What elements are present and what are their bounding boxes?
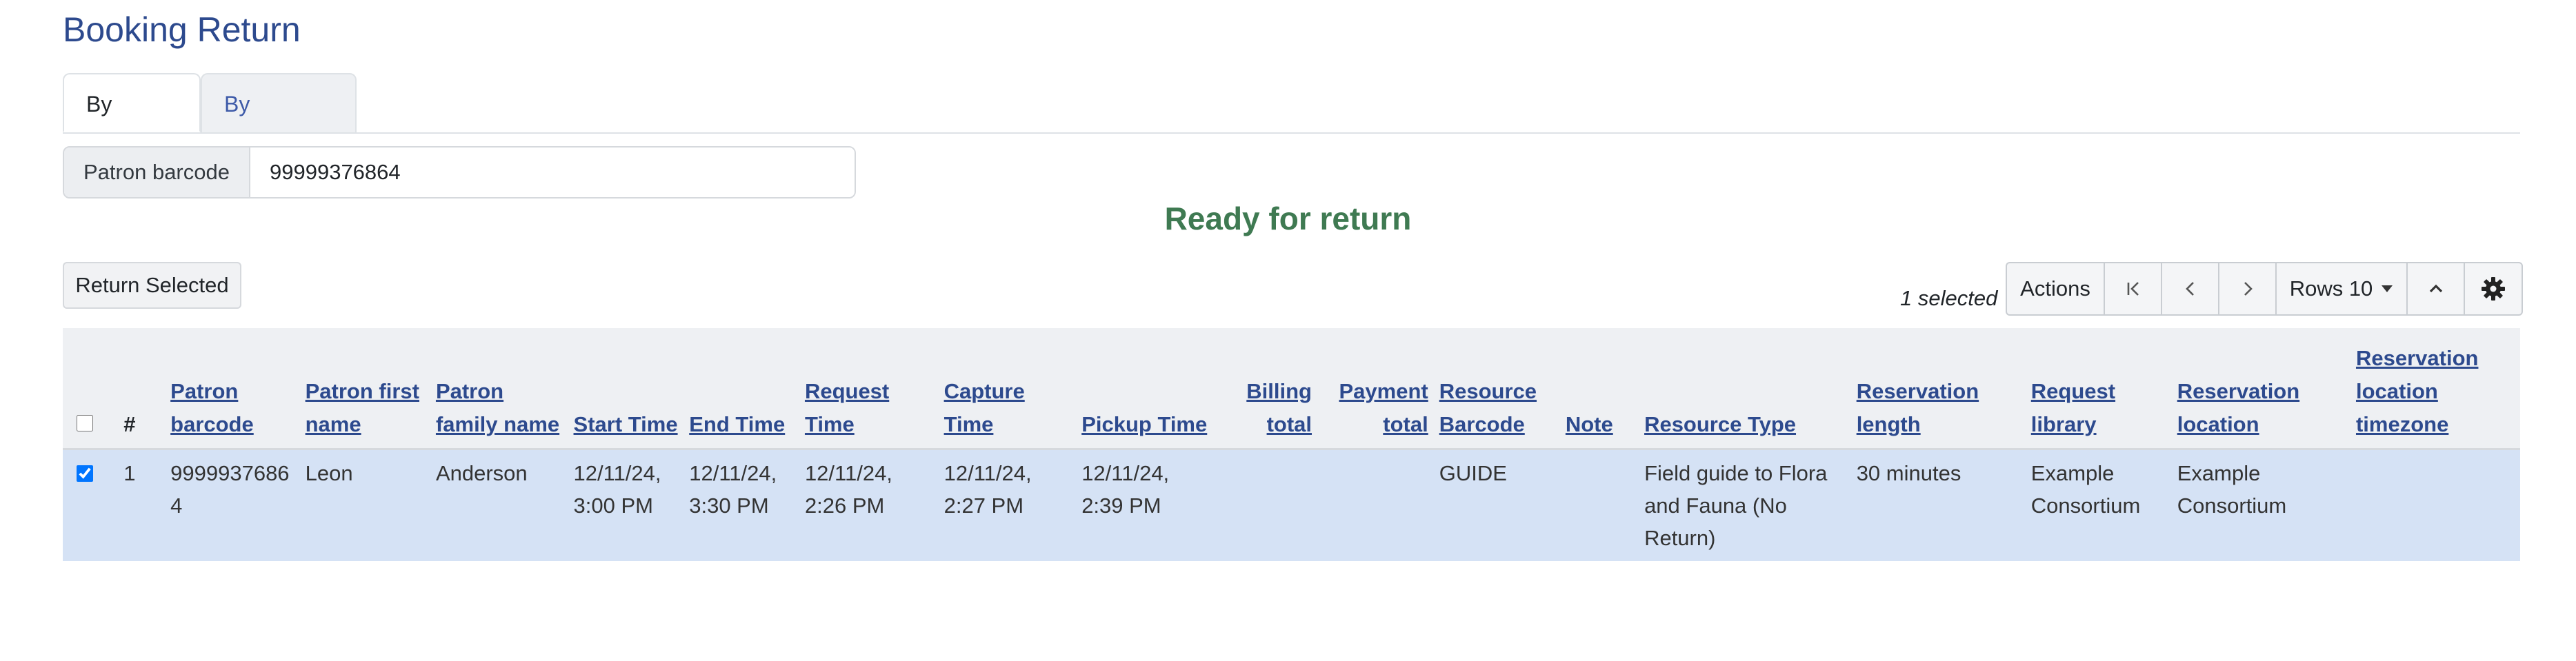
column-header-payment-total[interactable]: Payment total (1317, 328, 1434, 450)
column-header-label[interactable]: Reservation location (2177, 379, 2299, 436)
select-all-header (63, 328, 119, 450)
next-page-icon (2238, 279, 2257, 298)
actions-button[interactable]: Actions (2007, 263, 2105, 314)
column-header-label[interactable]: Patron first name (306, 379, 419, 436)
column-header-label[interactable]: Reservation length (1857, 379, 1979, 436)
column-header-pickup-time[interactable]: Pickup Time (1076, 328, 1215, 450)
column-header-label[interactable]: Payment total (1339, 379, 1428, 436)
cell-reservation-location: Example Consortium (2171, 449, 2350, 561)
table-row[interactable]: 1 99999376864 Leon Anderson 12/11/24, 3:… (63, 449, 2520, 561)
column-header-label[interactable]: Reservation location timezone (2356, 346, 2478, 436)
page-title: Booking Return (63, 10, 301, 49)
first-page-button[interactable] (2105, 263, 2162, 314)
column-header-capture-time[interactable]: Capture Time (938, 328, 1077, 450)
column-header-patron-barcode[interactable]: Patron barcode (165, 328, 300, 450)
chevron-up-icon (2426, 279, 2446, 298)
column-header-label[interactable]: Note (1566, 412, 1613, 436)
booking-return-page: Booking Return By patron By resource Pat… (0, 0, 2576, 661)
patron-barcode-input[interactable] (250, 148, 855, 197)
column-header-reservation-location-timezone[interactable]: Reservation location timezone (2350, 328, 2520, 450)
column-header-start-time[interactable]: Start Time (568, 328, 684, 450)
caret-down-icon (2381, 285, 2393, 293)
previous-page-button[interactable] (2162, 263, 2219, 314)
previous-page-icon (2181, 279, 2200, 298)
tab-bar: By patron By resource (63, 73, 2520, 176)
column-header-reservation-length[interactable]: Reservation length (1850, 328, 2026, 450)
selected-count: 1 selected (1900, 286, 1998, 310)
cell-resource-barcode: GUIDE (1433, 449, 1560, 561)
cell-patron-first-name: Leon (299, 449, 430, 561)
column-header-label[interactable]: Pickup Time (1081, 412, 1207, 436)
booking-table: # Patron barcode Patron first name Patro… (63, 328, 2520, 561)
column-header-reservation-location[interactable]: Reservation location (2171, 328, 2350, 450)
column-header-billing-total[interactable]: Billing total (1215, 328, 1317, 450)
collapse-button[interactable] (2408, 263, 2465, 314)
column-header-patron-family-name[interactable]: Patron family name (430, 328, 568, 450)
column-header-request-time[interactable]: Request Time (799, 328, 939, 450)
cell-capture-time: 12/11/24, 2:27 PM (938, 449, 1077, 561)
tab-by-resource[interactable]: By resource (201, 73, 357, 176)
column-header-label[interactable]: Patron family name (436, 379, 559, 436)
cell-reservation-length: 30 minutes (1850, 449, 2026, 561)
cell-patron-barcode-text: 99999376864 (170, 461, 290, 518)
next-page-button[interactable] (2219, 263, 2277, 314)
cell-request-time: 12/11/24, 2:26 PM (799, 449, 939, 561)
cell-patron-family-name: Anderson (430, 449, 568, 561)
patron-barcode-group: Patron barcode (63, 146, 856, 199)
patron-barcode-label: Patron barcode (64, 148, 250, 197)
settings-button[interactable] (2465, 263, 2522, 314)
cell-payment-total (1317, 449, 1434, 561)
cell-billing-total (1215, 449, 1317, 561)
cell-patron-barcode: 99999376864 (165, 449, 300, 561)
column-header-num: # (118, 328, 166, 450)
column-header-label[interactable]: Patron barcode (170, 379, 254, 436)
column-header-resource-type[interactable]: Resource Type (1639, 328, 1851, 450)
column-header-resource-barcode[interactable]: Resource Barcode (1433, 328, 1560, 450)
rows-per-page-label: Rows 10 (2289, 276, 2373, 301)
column-header-label[interactable]: Request Time (805, 379, 889, 436)
select-all-checkbox[interactable] (77, 415, 93, 431)
cell-note (1559, 449, 1639, 561)
cell-end-time: 12/11/24, 3:30 PM (683, 449, 799, 561)
column-header-label[interactable]: End Time (689, 412, 785, 436)
column-header-label[interactable]: Resource Barcode (1439, 379, 1537, 436)
column-header-label[interactable]: Resource Type (1644, 412, 1796, 436)
column-header-note[interactable]: Note (1559, 328, 1639, 450)
grid-toolbar: Actions Rows 10 (2006, 262, 2523, 316)
cell-pickup-time: 12/11/24, 2:39 PM (1076, 449, 1215, 561)
row-select-checkbox[interactable] (77, 465, 93, 482)
column-header-request-library[interactable]: Request library (2025, 328, 2172, 450)
return-selected-button[interactable]: Return Selected (63, 262, 241, 309)
first-page-icon (2124, 279, 2143, 298)
gear-icon (2479, 275, 2507, 303)
status-message: Ready for return (1164, 201, 1412, 236)
column-header-label[interactable]: Start Time (574, 412, 678, 436)
cell-resource-type: Field guide to Flora and Fauna (No Retur… (1639, 449, 1851, 561)
tab-by-patron[interactable]: By patron (63, 73, 201, 176)
column-header-label[interactable]: Request library (2031, 379, 2115, 436)
table-header-row: # Patron barcode Patron first name Patro… (63, 328, 2520, 450)
cell-request-library: Example Consortium (2025, 449, 2172, 561)
column-header-label[interactable]: Billing total (1246, 379, 1312, 436)
rows-per-page-dropdown[interactable]: Rows 10 (2277, 263, 2408, 314)
cell-reservation-location-timezone (2350, 449, 2520, 561)
cell-num: 1 (118, 449, 166, 561)
column-header-end-time[interactable]: End Time (683, 328, 799, 450)
row-select-cell (63, 449, 119, 561)
column-header-label[interactable]: Capture Time (944, 379, 1025, 436)
column-header-patron-first-name[interactable]: Patron first name (299, 328, 430, 450)
cell-start-time: 12/11/24, 3:00 PM (568, 449, 684, 561)
